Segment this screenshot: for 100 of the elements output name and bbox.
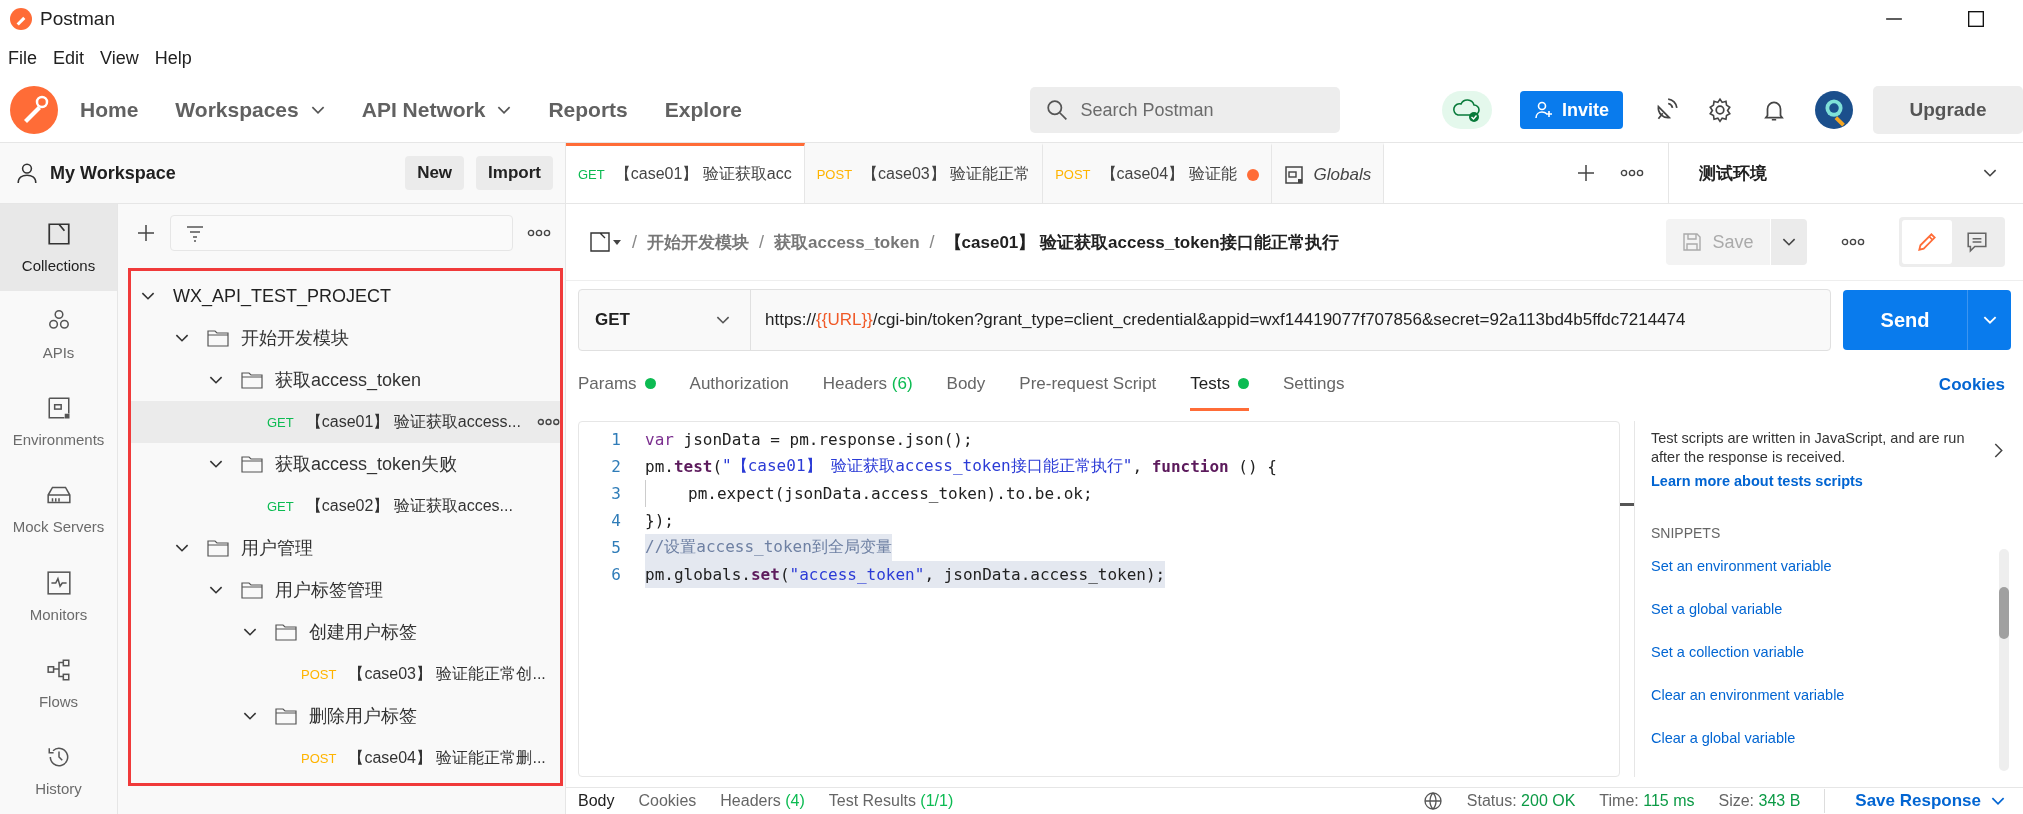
cookies-link[interactable]: Cookies [1938, 375, 2005, 395]
nav-item[interactable]: Explore [664, 98, 742, 122]
chevron-right-icon[interactable] [1994, 443, 2003, 458]
maximize-icon[interactable] [1967, 10, 1985, 28]
request-option-tab[interactable]: Tests [1190, 359, 1249, 411]
pencil-icon [1916, 231, 1938, 253]
request-option-tab[interactable]: Authorization [689, 359, 789, 411]
nav-item[interactable]: Workspaces [175, 98, 325, 122]
more-icon[interactable] [1620, 169, 1644, 177]
rail-item[interactable]: Monitors [0, 552, 117, 640]
chevron-down-icon[interactable] [175, 543, 189, 553]
rail-item[interactable]: Collections [0, 204, 117, 292]
menu-item[interactable]: File [8, 47, 37, 69]
line-number: 4 [610, 511, 621, 530]
menu-item[interactable]: View [100, 47, 139, 69]
chevron-down-icon[interactable] [209, 375, 223, 385]
nav-item[interactable]: Reports [548, 98, 628, 122]
upgrade-button[interactable]: Upgrade [1873, 86, 2023, 134]
request-option-tab[interactable]: Params [578, 359, 656, 411]
user-icon [16, 161, 38, 185]
nav-item[interactable]: Home [80, 98, 139, 122]
chevron-down-icon [1782, 237, 1796, 247]
tree-item[interactable]: 获取access_token [131, 359, 560, 401]
line-number: 5 [610, 538, 621, 557]
snippet-link[interactable]: Set a collection variable [1651, 643, 1999, 662]
menu-item[interactable]: Edit [53, 47, 85, 69]
new-tab-icon[interactable] [1576, 163, 1596, 183]
learn-more-link[interactable]: Learn more about tests scripts [1651, 473, 1980, 489]
rail-item[interactable]: History [0, 726, 117, 814]
tree-item[interactable]: 获取access_token失败 [131, 443, 560, 485]
menu-item[interactable]: Help [154, 47, 192, 69]
search-field[interactable]: Search Postman [1030, 87, 1341, 133]
scrollbar[interactable] [1999, 549, 2009, 771]
request-tab[interactable]: GET 【case01】 验证获取acc [566, 143, 805, 203]
globe-icon[interactable] [1422, 791, 1443, 811]
folder-icon [207, 539, 229, 557]
request-tab[interactable]: POST 【case03】 验证能正常 [804, 143, 1044, 203]
snippet-link[interactable]: Clear an environment variable [1651, 686, 1999, 705]
filter-field[interactable] [170, 215, 513, 251]
save-response-button[interactable]: Save Response [1849, 791, 2011, 811]
chevron-down-icon[interactable] [209, 459, 223, 469]
workspace-button[interactable]: New [405, 156, 465, 190]
request-title: 【case01】 验证获取access_token接口能正常执行 [944, 231, 1339, 254]
more-icon[interactable] [1841, 238, 1865, 246]
rail-item[interactable]: Mock Servers [0, 465, 117, 553]
rail-icon [45, 656, 72, 683]
tree-item[interactable]: 用户标签管理 [131, 569, 560, 611]
chevron-down-icon[interactable] [175, 333, 189, 343]
request-tab[interactable]: Globals [1271, 143, 1385, 203]
tree-item[interactable]: 删除用户标签 [131, 695, 560, 737]
chevron-down-icon[interactable] [243, 711, 257, 721]
chevron-down-icon[interactable] [310, 105, 325, 115]
snippet-link[interactable]: Set a global variable [1651, 600, 1999, 619]
tree-item[interactable]: GET 【case02】 验证获取acces... [131, 485, 560, 527]
tree-item[interactable]: POST 【case03】 验证能正常创... [131, 653, 560, 695]
tree-item[interactable]: POST 【case04】 验证能正常删... [131, 737, 560, 779]
help-text: Test scripts are written in JavaScript, and are run after the response is received. [1651, 429, 1966, 467]
edit-button[interactable] [1902, 220, 1952, 264]
workspace-button[interactable]: Import [476, 156, 553, 190]
response-tab[interactable]: Test Results (1/1) [828, 792, 954, 810]
environment-select[interactable]: 测试环境 [1668, 143, 2023, 203]
add-icon[interactable] [136, 223, 156, 243]
snippet-link[interactable]: Clear a global variable [1651, 729, 1999, 748]
request-option-tab[interactable]: Headers (6) [822, 359, 913, 411]
tree-item[interactable]: GET 【case01】 验证获取access... [131, 401, 560, 443]
nav-item[interactable]: API Network [361, 98, 512, 122]
workspace-name[interactable]: My Workspace [50, 162, 176, 184]
response-tab[interactable]: Cookies [638, 792, 697, 810]
more-icon[interactable] [536, 418, 560, 426]
request-option-tab[interactable]: Pre-request Script [1019, 359, 1157, 411]
rail-icon [45, 569, 72, 596]
chevron-down-icon[interactable] [243, 627, 257, 637]
logo-icon[interactable] [10, 86, 58, 134]
breadcrumb-link[interactable]: 获取access_token [774, 230, 920, 254]
response-tab[interactable]: Body [578, 792, 615, 810]
response-tab[interactable]: Headers (4) [720, 792, 805, 810]
folder-icon [207, 329, 229, 347]
tree-item[interactable]: 用户管理 [131, 527, 560, 569]
tree-item[interactable]: 开始开发模块 [131, 317, 560, 359]
snippet-link[interactable]: Set an environment variable [1651, 557, 1999, 576]
tree-item[interactable]: 创建用户标签 [131, 611, 560, 653]
avatar-icon[interactable] [1815, 91, 1853, 129]
response-stat: Time: 115 ms [1599, 792, 1695, 810]
invite-button[interactable]: Invite [1520, 91, 1623, 129]
chevron-down-icon[interactable] [209, 585, 223, 595]
rail-item[interactable]: Environments [0, 378, 117, 466]
tree-item[interactable]: WX_API_TEST_PROJECT [131, 275, 560, 317]
settings-icon[interactable] [1707, 97, 1733, 123]
breadcrumb-link[interactable]: 开始开发模块 [647, 230, 749, 254]
send-button[interactable]: Send [1843, 290, 1967, 350]
chevron-down-icon[interactable] [497, 105, 512, 115]
chevron-down-icon[interactable] [141, 291, 155, 301]
request-tab[interactable]: POST 【case04】 验证能 [1043, 143, 1272, 203]
rail-item[interactable]: APIs [0, 291, 117, 379]
request-option-tab[interactable]: Body [946, 359, 986, 411]
collection-icon[interactable] [590, 232, 622, 252]
request-option-tab[interactable]: Settings [1283, 359, 1345, 411]
more-icon[interactable] [527, 229, 551, 237]
cloud-sync-icon[interactable] [1442, 91, 1492, 129]
rail-item[interactable]: Flows [0, 639, 117, 727]
